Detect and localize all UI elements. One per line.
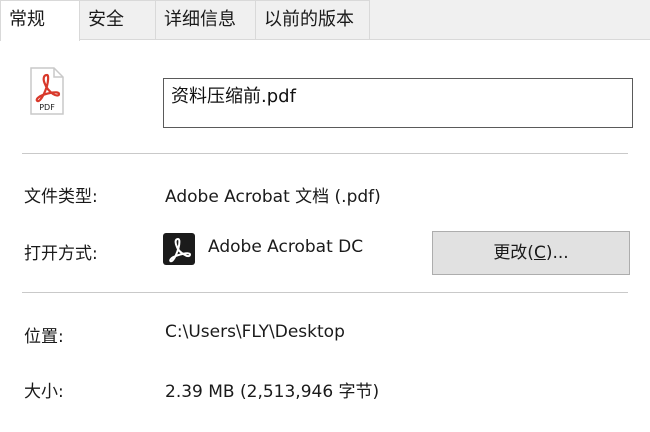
properties-dialog: 常规 安全 详细信息 以前的版本 PDF 资料压缩前.pdf 文件类型: Ado… bbox=[0, 0, 650, 432]
file-type-value: Adobe Acrobat 文档 (.pdf) bbox=[165, 187, 381, 207]
tab-previous-versions[interactable]: 以前的版本 bbox=[256, 0, 370, 39]
change-button-accel: C bbox=[533, 243, 546, 263]
tab-general[interactable]: 常规 bbox=[0, 0, 80, 41]
tab-details[interactable]: 详细信息 bbox=[156, 0, 256, 39]
change-button[interactable]: 更改(C)... bbox=[432, 231, 630, 275]
tab-strip: 常规 安全 详细信息 以前的版本 bbox=[0, 0, 650, 41]
pdf-icon-text: PDF bbox=[39, 103, 55, 112]
size-value: 2.39 MB (2,513,946 字节) bbox=[165, 382, 380, 402]
file-type-label: 文件类型: bbox=[24, 187, 98, 207]
separator bbox=[22, 292, 628, 293]
size-label: 大小: bbox=[24, 382, 64, 402]
pdf-file-icon: PDF bbox=[28, 66, 66, 116]
location-label: 位置: bbox=[24, 327, 64, 347]
change-button-suffix: )... bbox=[545, 243, 569, 263]
change-button-prefix: 更改( bbox=[493, 243, 534, 263]
opens-with-app-name: Adobe Acrobat DC bbox=[208, 237, 364, 257]
file-name-field[interactable]: 资料压缩前.pdf bbox=[163, 78, 633, 128]
location-value: C:\Users\FLY\Desktop bbox=[165, 322, 345, 342]
acrobat-app-icon bbox=[163, 233, 195, 265]
separator bbox=[22, 153, 628, 154]
tab-security[interactable]: 安全 bbox=[80, 0, 156, 39]
opens-with-label: 打开方式: bbox=[24, 244, 98, 264]
